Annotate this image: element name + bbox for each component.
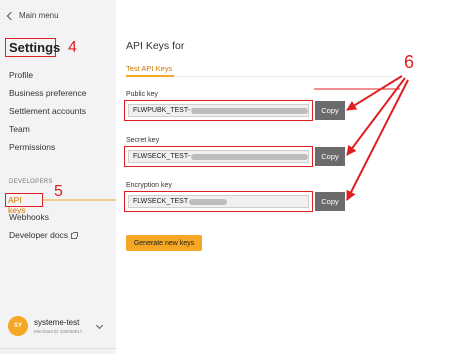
copy-public-key-button[interactable]: Copy: [315, 101, 345, 120]
annotation-number-4: 4: [68, 39, 77, 56]
tab-active-underline: [126, 75, 174, 77]
sidebar-item-profile[interactable]: Profile: [9, 70, 33, 80]
page-title: Settings: [5, 38, 60, 57]
secret-key-value: FLWSECK_TEST-: [133, 153, 191, 160]
merchant-id: Merchant ID 100030817: [34, 329, 83, 334]
public-key-field[interactable]: FLWPUBK_TEST-: [124, 100, 313, 121]
tab-test-api-keys[interactable]: Test API Keys: [126, 64, 172, 73]
secret-key-field[interactable]: FLWSECK_TEST-: [124, 146, 313, 167]
user-name: systeme-test: [34, 318, 80, 327]
generate-new-keys-button[interactable]: Generate new keys: [126, 235, 202, 251]
sidebar-item-developer-docs[interactable]: Developer docs: [9, 230, 79, 240]
secret-key-label: Secret key: [126, 137, 160, 144]
chevron-left-icon: [6, 11, 16, 20]
public-key-label: Public key: [126, 91, 158, 98]
sidebar-divider: [0, 348, 116, 349]
chevron-down-icon[interactable]: [95, 321, 104, 330]
redacted-value: [191, 153, 308, 160]
arrow-to-public-key: [346, 75, 403, 111]
sidebar-item-permissions[interactable]: Permissions: [9, 142, 55, 152]
encryption-key-label: Encryption key: [126, 182, 172, 189]
secret-key-input[interactable]: FLWSECK_TEST-: [128, 150, 309, 163]
api-keys-title: API Keys for: [126, 40, 185, 52]
arrow-to-encryption-key: [346, 79, 409, 201]
sidebar-item-api-keys[interactable]: API keys: [5, 193, 43, 215]
annotation-number-5: 5: [54, 183, 63, 200]
avatar: SY: [8, 316, 28, 336]
encryption-key-value: FLWSECK_TEST: [133, 198, 189, 205]
redacted-value: [191, 107, 308, 114]
public-key-input[interactable]: FLWPUBK_TEST-: [128, 104, 309, 117]
user-menu[interactable]: SY systeme-test Merchant ID 100030817: [8, 316, 82, 336]
encryption-key-field[interactable]: FLWSECK_TEST: [124, 191, 313, 212]
sidebar-item-business-preference[interactable]: Business preference: [9, 88, 87, 98]
copy-secret-key-button[interactable]: Copy: [315, 147, 345, 166]
sidebar-item-settlement-accounts[interactable]: Settlement accounts: [9, 106, 86, 116]
developer-docs-label: Developer docs: [9, 230, 69, 240]
developers-section-label: DEVELOPERS: [9, 179, 53, 185]
sidebar-item-webhooks[interactable]: Webhooks: [9, 212, 49, 222]
sidebar-item-team[interactable]: Team: [9, 124, 30, 134]
annotation-number-6: 6: [404, 52, 415, 72]
public-key-value: FLWPUBK_TEST-: [133, 107, 191, 114]
sidebar: Main menu Settings Profile Business pref…: [0, 0, 116, 354]
copy-encryption-key-button[interactable]: Copy: [315, 192, 345, 211]
main-menu-label: Main menu: [19, 11, 59, 20]
arrow-to-secret-key: [346, 77, 406, 156]
encryption-key-input[interactable]: FLWSECK_TEST: [128, 195, 309, 208]
main-menu-link[interactable]: Main menu: [6, 11, 59, 20]
external-link-icon: [71, 231, 79, 239]
redacted-value: [189, 198, 228, 205]
